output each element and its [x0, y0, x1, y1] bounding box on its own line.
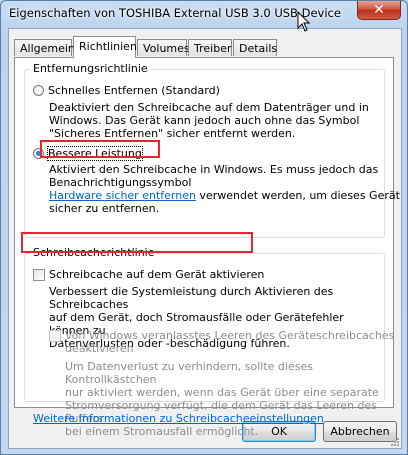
better-performance-label[interactable]: Bessere Leistung — [47, 146, 143, 161]
properties-dialog: Eigenschaften von TOSHIBA External USB 3… — [0, 0, 408, 455]
dialog-client-area: Allgemein Richtlinien Volumes Treiber De… — [8, 28, 402, 449]
description-line: sicher zu entfernen. — [49, 202, 160, 215]
description-line: Hardware sicher entfernen verwendet werd… — [49, 189, 400, 202]
disable-flushing-option[interactable]: Von Windows veranlasstes Leeren des Gerä… — [49, 329, 394, 355]
enable-write-cache-label[interactable]: Schreibcache auf dem Gerät aktivieren — [49, 268, 264, 281]
mouse-pointer-icon — [297, 11, 311, 32]
tab-label: Richtlinien — [79, 40, 137, 53]
description-line: Um Datenverlust zu verhindern, sollte di… — [65, 360, 313, 386]
tab-treiber[interactable]: Treiber — [188, 39, 232, 56]
tab-allgemein[interactable]: Allgemein — [14, 39, 75, 56]
disable-flushing-label[interactable]: Von Windows veranlasstes Leeren des Gerä… — [65, 329, 394, 355]
description-line: Benachrichtigungssymbol — [49, 176, 192, 189]
quick-removal-option[interactable]: Schnelles Entfernen (Standard) — [33, 84, 220, 97]
better-performance-option[interactable]: Bessere Leistung — [33, 146, 143, 161]
description-line: bei einem Stromausfall ermöglicht. — [65, 425, 259, 438]
disable-flushing-description: Um Datenverlust zu verhindern, sollte di… — [65, 360, 384, 438]
enable-write-cache-checkbox[interactable] — [33, 268, 45, 281]
tab-richtlinien[interactable]: Richtlinien — [73, 36, 137, 58]
write-cache-policy-legend: Schreibcacherichtlinie — [31, 246, 157, 259]
better-performance-description: Aktiviert den Schreibcache in Windows. E… — [49, 163, 400, 215]
label-line: Von Windows veranlasstes Leeren des Gerä… — [65, 329, 395, 342]
quick-removal-radio[interactable] — [33, 85, 44, 96]
description-line: Windows. Das Gerät kann jedoch auch ohne… — [49, 114, 360, 127]
close-icon: ✕ — [373, 2, 385, 18]
label-line: deaktivieren — [65, 342, 134, 355]
tab-label: Volumes — [143, 42, 190, 55]
quick-removal-description: Deaktiviert den Schreibcache auf dem Dat… — [49, 101, 369, 140]
tab-details[interactable]: Details — [233, 39, 277, 56]
tab-label: Details — [239, 42, 278, 55]
description-line: Aktiviert den Schreibcache in Windows. E… — [49, 163, 379, 176]
window-title: Eigenschaften von TOSHIBA External USB 3… — [9, 6, 341, 20]
description-line: Deaktiviert den Schreibcache auf dem Dat… — [49, 101, 369, 114]
policies-tab-panel: Entfernungsrichtlinie Schnelles Entferne… — [14, 57, 400, 438]
removal-policy-legend: Entfernungsrichtlinie — [31, 62, 150, 75]
quick-removal-label[interactable]: Schnelles Entfernen (Standard) — [48, 84, 220, 97]
description-line: nur aktiviert werden, wenn das Gerät übe… — [65, 386, 379, 399]
description-line: Verbessert die Systemleistung durch Akti… — [49, 285, 334, 311]
close-button[interactable]: ✕ — [357, 1, 401, 20]
better-performance-radio[interactable] — [33, 148, 44, 159]
disable-flushing-checkbox[interactable] — [49, 330, 61, 342]
title-bar[interactable]: Eigenschaften von TOSHIBA External USB 3… — [1, 1, 407, 27]
description-text: verwendet werden, um dieses Gerät — [195, 189, 400, 202]
tab-label: Treiber — [194, 42, 232, 55]
write-cache-info-link[interactable]: Weitere Informationen zu Schreibcacheein… — [33, 412, 324, 425]
tab-volumes[interactable]: Volumes — [137, 39, 190, 56]
tab-label: Allgemein — [20, 42, 75, 55]
safely-remove-hardware-link[interactable]: Hardware sicher entfernen — [49, 189, 196, 202]
write-cache-policy-group: Schreibcacherichtlinie Schreibcache auf … — [24, 246, 394, 438]
resize-grip-icon[interactable] — [388, 435, 400, 447]
description-line: "Sicheres Entfernen" sicher entfernt wer… — [49, 127, 296, 140]
removal-policy-group: Entfernungsrichtlinie Schnelles Entferne… — [24, 62, 400, 238]
enable-write-cache-option[interactable]: Schreibcache auf dem Gerät aktivieren — [33, 268, 264, 281]
